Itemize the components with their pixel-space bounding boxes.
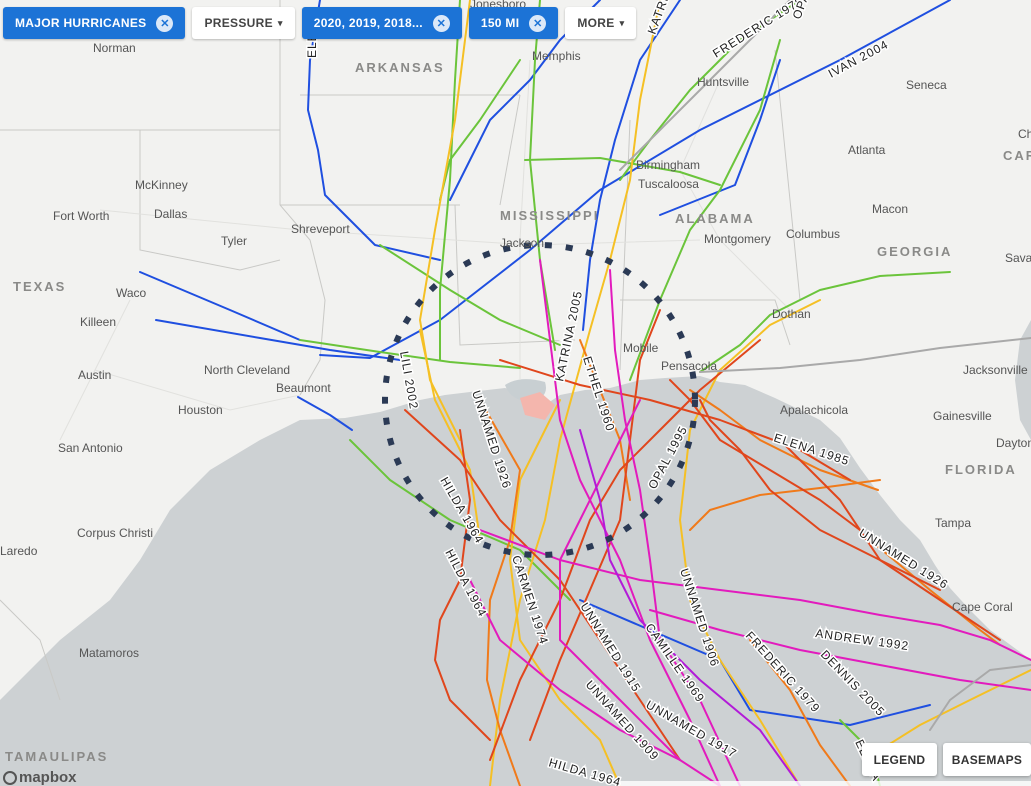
state-label: CAR [1003,148,1031,163]
city-label: Fort Worth [53,209,109,223]
state-label: ALABAMA [675,211,755,226]
filter-chip-radius[interactable]: 150 MI ✕ [468,7,559,39]
city-label: San Antonio [58,441,123,455]
filter-chip-major-hurricanes[interactable]: MAJOR HURRICANES ✕ [3,7,186,39]
city-label: Seneca [906,78,947,92]
city-label: Birmingham [636,158,700,172]
filter-chip-years[interactable]: 2020, 2019, 2018... ✕ [301,7,462,39]
state-label: MISSISSIPPI [500,208,599,223]
filter-chip-more[interactable]: MORE ▾ [565,7,637,39]
mapbox-logo[interactable]: mapbox [3,769,77,786]
filter-chip-pressure[interactable]: PRESSURE ▾ [192,7,295,39]
city-label: Waco [116,286,147,300]
city-label: Mobile [623,341,659,355]
chevron-down-icon: ▾ [619,17,625,28]
city-label: Jackson [500,236,544,250]
city-label: McKinney [135,178,188,192]
legend-button[interactable]: LEGEND [862,743,937,776]
filter-chip-label: 2020, 2019, 2018... [313,16,423,30]
city-label: Montgomery [704,232,771,246]
city-label: Matamoros [79,646,139,660]
city-label: Austin [78,368,111,382]
city-label: Savannah [1005,251,1031,265]
remove-filter-icon[interactable]: ✕ [432,14,450,32]
city-label: Atlanta [848,143,886,157]
city-label: Laredo [0,544,38,558]
remove-filter-icon[interactable]: ✕ [156,14,174,32]
map-canvas[interactable]: ARKANSAS MISSISSIPPI ALABAMA GEORGIA TEXAS FL… [0,0,1031,786]
city-label: Norman [93,41,136,55]
city-label: Apalachicola [780,403,848,417]
city-label: Pensacola [661,359,717,373]
mapbox-logo-icon [3,770,17,785]
city-label: Jacksonville [963,363,1028,377]
filter-chip-label: 150 MI [480,16,520,30]
attribution-bar [619,781,1031,786]
city-label: Beaumont [276,381,331,395]
state-label: TAMAULIPAS [5,749,108,764]
filter-chip-label: MORE [577,16,615,30]
city-label: Killeen [80,315,116,329]
city-label: Houston [178,403,223,417]
city-label: Dothan [772,307,811,321]
state-label: ARKANSAS [355,60,445,75]
city-label: Tyler [221,234,247,248]
city-label: Charleston [1018,127,1031,141]
remove-filter-icon[interactable]: ✕ [529,14,547,32]
state-label: GEORGIA [877,244,952,259]
basemaps-button[interactable]: BASEMAPS [943,743,1031,776]
city-label: Shreveport [291,222,350,236]
chevron-down-icon: ▾ [277,17,283,28]
state-label: FLORIDA [945,462,1017,477]
city-label: Macon [872,202,908,216]
city-label: Columbus [786,227,840,241]
city-label: Tampa [935,516,971,530]
filter-chip-label: MAJOR HURRICANES [15,16,147,30]
city-label: Corpus Christi [77,526,153,540]
city-label: Cape Coral [952,600,1013,614]
filter-chip-label: PRESSURE [204,16,273,30]
city-label: Daytona [996,436,1031,450]
city-label: North Cleveland [204,363,290,377]
mapbox-logo-text: mapbox [19,769,77,786]
filter-bar: MAJOR HURRICANES ✕ PRESSURE ▾ 2020, 2019… [3,7,637,39]
city-label: Dallas [154,207,187,221]
city-label: Tuscaloosa [638,177,699,191]
state-label: TEXAS [13,279,66,294]
city-label: Gainesville [933,409,992,423]
city-label: Huntsville [697,75,749,89]
city-label: Memphis [532,49,581,63]
